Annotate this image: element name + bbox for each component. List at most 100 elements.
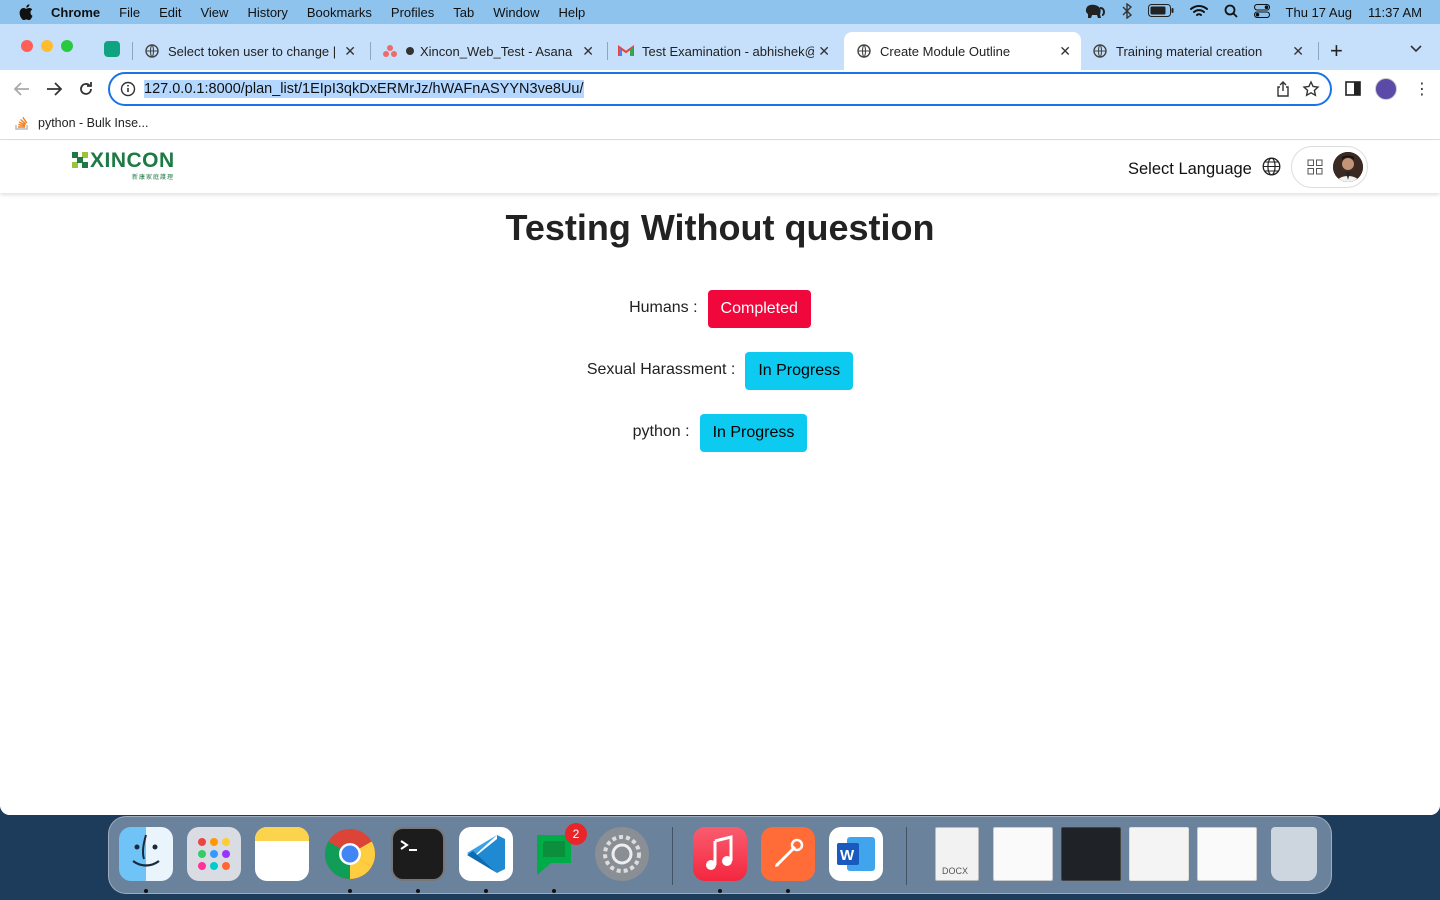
- close-tab-icon[interactable]: ✕: [1292, 43, 1304, 60]
- tab-separator: [607, 42, 608, 60]
- running-indicator: [144, 889, 148, 893]
- menu-date[interactable]: Thu 17 Aug: [1286, 5, 1353, 20]
- logo-mark-icon: [72, 152, 88, 168]
- chrome-icon[interactable]: [323, 827, 377, 881]
- trash-icon[interactable]: [1271, 827, 1317, 881]
- tab-separator: [1318, 42, 1319, 60]
- menu-app-name[interactable]: Chrome: [51, 5, 100, 20]
- bookmark-item[interactable]: python - Bulk Inse...: [14, 115, 148, 131]
- module-label: Humans :: [629, 299, 698, 316]
- tab-gmail[interactable]: Test Examination - abhishek@ ✕: [618, 32, 840, 70]
- dock-divider: [672, 827, 673, 885]
- new-tab-button[interactable]: +: [1330, 38, 1343, 64]
- menu-history[interactable]: History: [247, 5, 287, 20]
- bluetooth-icon[interactable]: [1122, 2, 1132, 22]
- running-indicator: [718, 889, 722, 893]
- macos-dock: 2 W DOCX: [108, 816, 1332, 894]
- zoom-window-button[interactable]: [61, 40, 73, 52]
- menu-view[interactable]: View: [200, 5, 228, 20]
- browser-toolbar: 127.0.0.1:8000/plan_list/1EIpI3qkDxERMrJ…: [0, 70, 1440, 108]
- spotlight-search-icon[interactable]: [1224, 4, 1238, 21]
- back-button[interactable]: [11, 78, 33, 100]
- finder-window-thumbnail[interactable]: [993, 827, 1053, 881]
- menu-help[interactable]: Help: [559, 5, 586, 20]
- xincon-logo[interactable]: XINCON 新康家庭護理: [70, 149, 184, 181]
- apple-icon[interactable]: [19, 4, 33, 20]
- menu-time[interactable]: 11:37 AM: [1368, 5, 1422, 20]
- notes-icon[interactable]: [255, 827, 309, 881]
- terminal-icon[interactable]: [391, 827, 445, 881]
- address-bar[interactable]: 127.0.0.1:8000/plan_list/1EIpI3qkDxERMrJ…: [108, 72, 1332, 106]
- browser-window: Select token user to change | D ✕ Xincon…: [0, 24, 1440, 815]
- reload-button[interactable]: [75, 78, 97, 100]
- bookmark-star-icon[interactable]: [1302, 80, 1320, 103]
- apps-grid-icon[interactable]: [1307, 159, 1323, 180]
- wifi-icon[interactable]: [1189, 4, 1208, 21]
- close-tab-icon[interactable]: ✕: [582, 43, 594, 60]
- pinned-tab-chatgpt-icon[interactable]: [104, 41, 120, 57]
- asana-icon: [382, 43, 398, 59]
- module-row: Sexual Harassment : In Progress: [0, 352, 1440, 390]
- launchpad-icon[interactable]: [187, 827, 241, 881]
- notification-badge: 2: [565, 823, 587, 845]
- status-button-completed[interactable]: Completed: [707, 290, 811, 328]
- language-selector[interactable]: Select Language: [1128, 157, 1281, 181]
- user-avatar[interactable]: [1333, 152, 1363, 182]
- profile-avatar[interactable]: [1375, 78, 1397, 100]
- menu-edit[interactable]: Edit: [159, 5, 181, 20]
- tab-title: Training material creation: [1116, 43, 1263, 59]
- status-button-in-progress[interactable]: In Progress: [699, 414, 808, 452]
- elephant-icon[interactable]: [1084, 3, 1106, 22]
- logo-subtitle: 新康家庭護理: [132, 175, 175, 181]
- vscode-window-thumbnail[interactable]: [1061, 827, 1121, 881]
- more-options-icon[interactable]: ⋮: [1414, 79, 1430, 99]
- close-window-button[interactable]: [21, 40, 33, 52]
- globe-icon: [1092, 43, 1108, 59]
- postman-icon[interactable]: [761, 827, 815, 881]
- tab-training-material[interactable]: Training material creation ✕: [1092, 32, 1314, 70]
- module-label: python :: [632, 423, 690, 440]
- system-settings-icon[interactable]: [595, 827, 649, 881]
- google-chat-icon[interactable]: 2: [527, 823, 587, 881]
- chat-window-thumbnail[interactable]: [1197, 827, 1257, 881]
- close-tab-icon[interactable]: ✕: [344, 43, 356, 60]
- tab-asana[interactable]: Xincon_Web_Test - Asana ✕: [382, 32, 604, 70]
- url-text[interactable]: 127.0.0.1:8000/plan_list/1EIpI3qkDxERMrJ…: [144, 80, 584, 98]
- menu-window[interactable]: Window: [493, 5, 539, 20]
- share-icon[interactable]: [1276, 81, 1290, 102]
- site-info-icon[interactable]: [120, 81, 136, 97]
- tab-title: Test Examination - abhishek@: [642, 43, 814, 59]
- forward-button[interactable]: [43, 78, 65, 100]
- close-tab-icon[interactable]: ✕: [818, 43, 830, 60]
- docx-file-icon[interactable]: DOCX: [935, 827, 979, 881]
- side-panel-icon[interactable]: [1345, 81, 1361, 101]
- module-row: Humans : Completed: [0, 290, 1440, 328]
- close-tab-icon[interactable]: ✕: [1059, 43, 1071, 60]
- minimize-window-button[interactable]: [41, 40, 53, 52]
- music-icon[interactable]: [693, 827, 747, 881]
- finder-window-thumbnail[interactable]: [1129, 827, 1189, 881]
- window-controls: [21, 40, 73, 52]
- menu-file[interactable]: File: [119, 5, 140, 20]
- bookmarks-bar: python - Bulk Inse...: [0, 108, 1440, 140]
- battery-icon[interactable]: [1147, 4, 1174, 20]
- user-menu[interactable]: [1291, 146, 1368, 188]
- menu-tab[interactable]: Tab: [453, 5, 474, 20]
- status-button-in-progress[interactable]: In Progress: [745, 352, 854, 390]
- microsoft-word-icon[interactable]: W: [829, 827, 883, 881]
- menu-profiles[interactable]: Profiles: [391, 5, 434, 20]
- tab-select-token[interactable]: Select token user to change | D ✕: [144, 32, 366, 70]
- running-indicator: [416, 889, 420, 893]
- vscode-icon[interactable]: [459, 827, 513, 881]
- site-header: XINCON 新康家庭護理 Select Language: [0, 141, 1440, 193]
- running-indicator: [786, 889, 790, 893]
- unsaved-dot-icon: [406, 47, 414, 55]
- tab-create-module-outline[interactable]: Create Module Outline ✕: [844, 32, 1081, 70]
- logo-text: XINCON: [90, 149, 175, 172]
- stackoverflow-icon: [14, 115, 30, 131]
- control-center-icon[interactable]: [1253, 3, 1270, 21]
- menu-bookmarks[interactable]: Bookmarks: [307, 5, 372, 20]
- tab-search-chevron-icon[interactable]: [1410, 42, 1422, 56]
- macos-menu-bar: Chrome File Edit View History Bookmarks …: [0, 0, 1440, 24]
- finder-icon[interactable]: [119, 827, 173, 881]
